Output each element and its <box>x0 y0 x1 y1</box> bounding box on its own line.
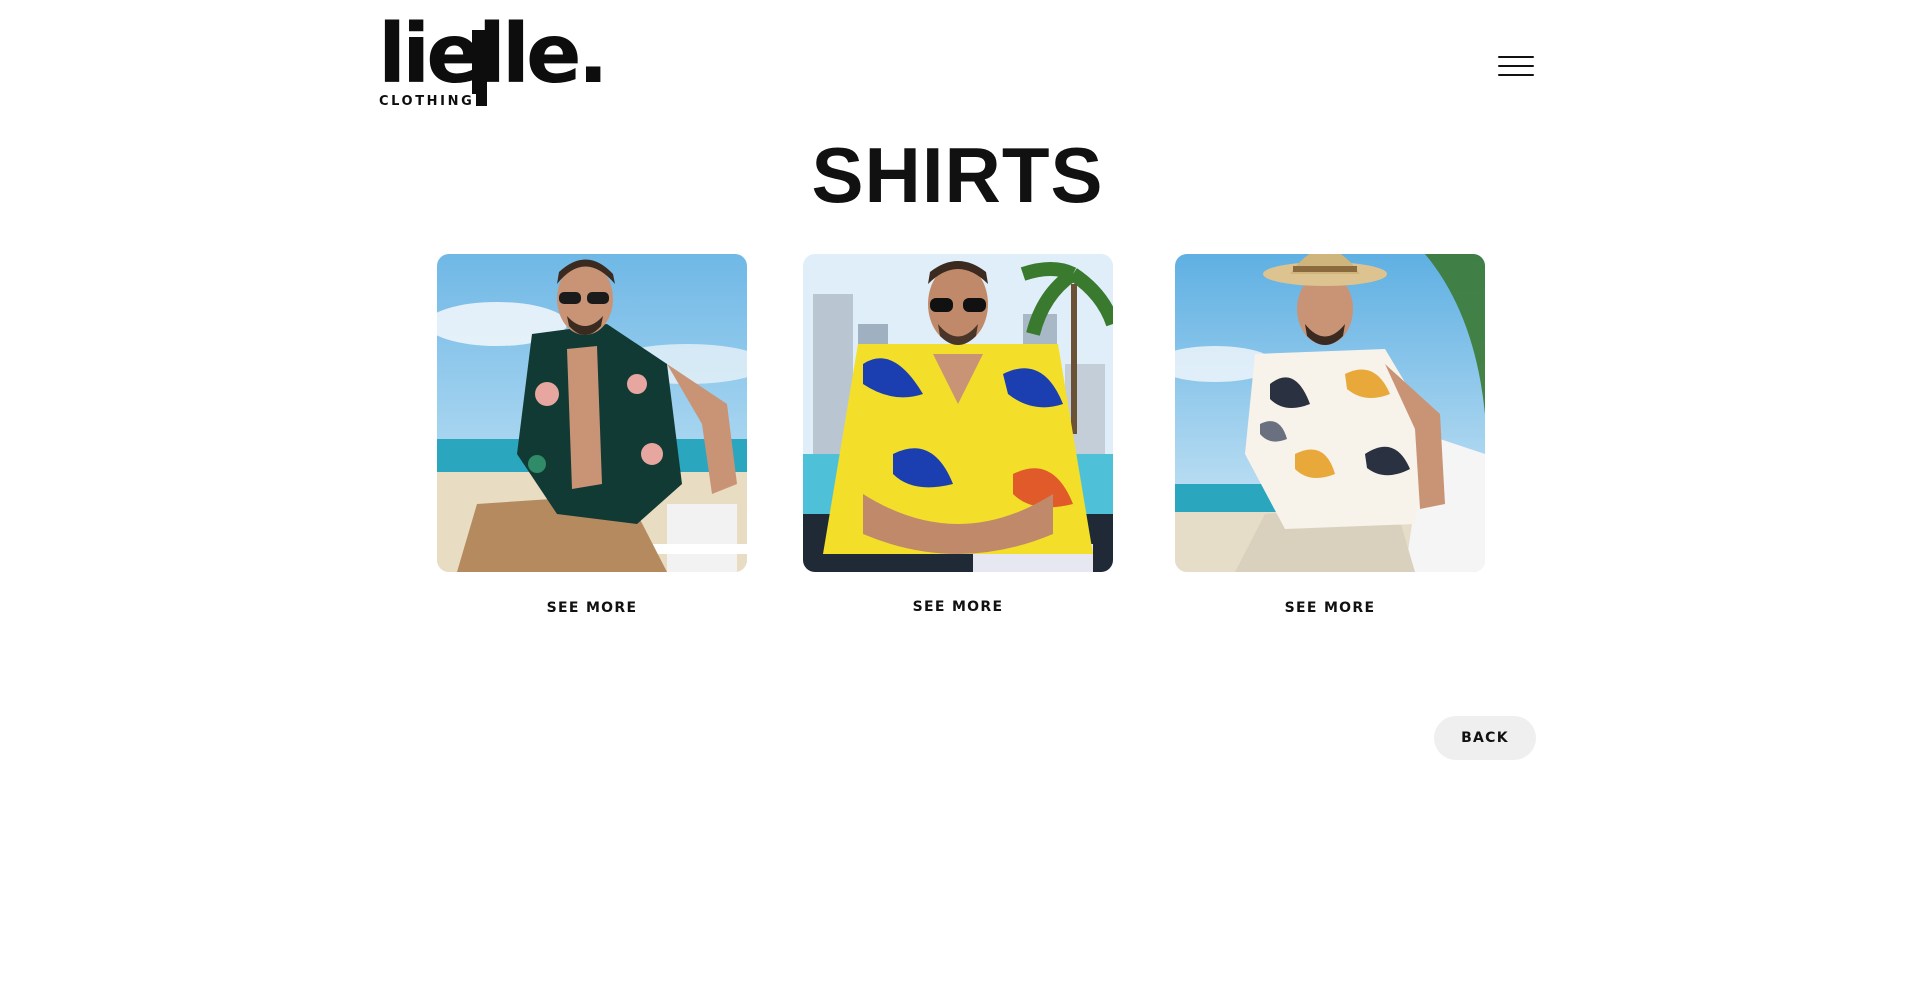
back-button[interactable]: BACK <box>1434 716 1536 760</box>
menu-line <box>1498 56 1534 58</box>
product-image[interactable] <box>437 254 747 572</box>
product-card: SEE MORE <box>803 254 1113 615</box>
see-more-link[interactable]: SEE MORE <box>803 599 1113 615</box>
product-card: SEE MORE <box>1175 254 1485 616</box>
see-more-link[interactable]: SEE MORE <box>437 600 747 616</box>
brand-logo[interactable]: lielle. CLOTHING <box>378 14 609 109</box>
product-image[interactable] <box>1175 254 1485 572</box>
see-more-link[interactable]: SEE MORE <box>1175 600 1485 616</box>
product-card: SEE MORE <box>437 254 747 616</box>
menu-line <box>1498 65 1534 67</box>
menu-line <box>1498 74 1534 76</box>
hamburger-menu-icon[interactable] <box>1498 52 1534 80</box>
product-image[interactable] <box>803 254 1113 572</box>
logo-subtitle: CLOTHING <box>379 94 477 109</box>
page-title: SHIRTS <box>811 131 1104 219</box>
logo-wordmark: lielle. <box>378 7 609 102</box>
